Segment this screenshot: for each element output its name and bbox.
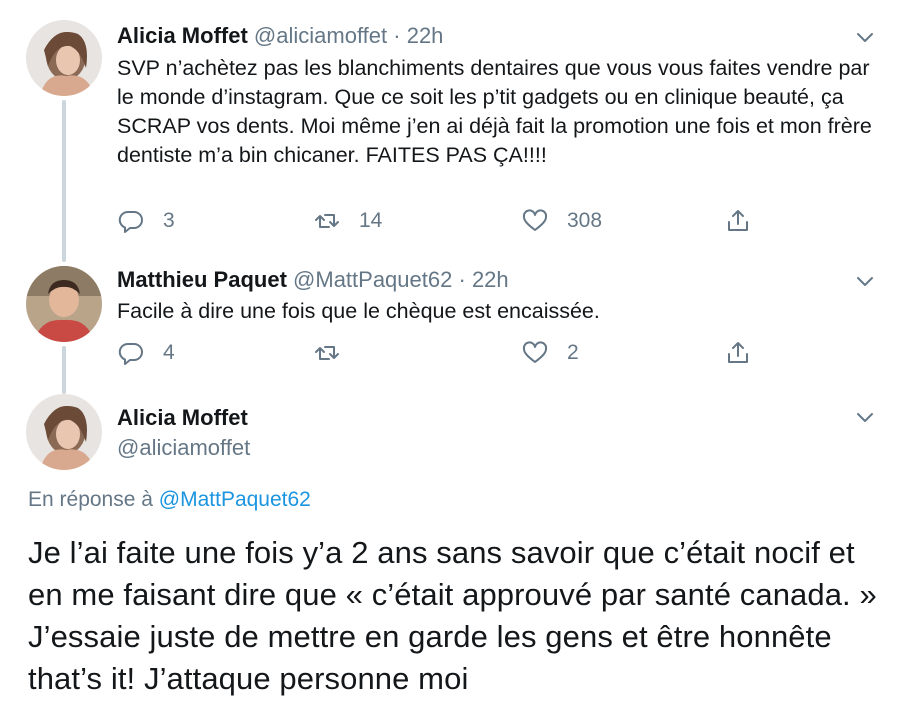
retweet-icon [315,346,339,360]
reply-icon [118,342,143,365]
reply-count: 4 [163,341,175,364]
tweet-text: Facile à dire une fois que le chèque est… [117,299,600,323]
like-button[interactable]: 2 [521,338,579,368]
tweet-text: SVP n’achètez pas les blanchiments denta… [117,56,872,167]
avatar-matthieu[interactable] [26,266,102,342]
tweet-actions: 3 14 308 [117,206,777,236]
tweet-3-focused: Alicia Moffet @aliciamoffet En réponse à… [0,394,902,702]
avatar-alicia[interactable] [26,20,102,96]
reply-prefix: En réponse à [28,488,153,511]
thread-line [62,346,66,394]
reply-count: 3 [163,209,175,232]
tweet-header: Matthieu Paquet @MattPaquet62 · 22h [117,267,509,293]
retweet-button[interactable]: 14 [313,206,382,236]
chevron-down-icon[interactable] [854,270,876,292]
reply-icon [118,210,143,233]
reply-button[interactable]: 3 [117,206,175,236]
retweet-icon [315,214,339,228]
separator-dot: · [458,267,466,292]
retweet-count: 14 [359,209,383,232]
like-icon [522,209,548,231]
reply-button[interactable]: 4 [117,338,175,368]
author-name[interactable]: Alicia Moffet [117,23,248,48]
like-count: 2 [567,341,579,364]
like-button[interactable]: 308 [521,206,602,236]
tweet-1[interactable]: Alicia Moffet @aliciamoffet · 22h SVP n’… [0,0,902,262]
tweet-header: Alicia Moffet [117,405,248,431]
share-button[interactable] [724,206,752,236]
separator-dot: · [393,23,401,48]
reply-context: En réponse à @MattPaquet62 [28,488,311,512]
author-handle[interactable]: @aliciamoffet [254,23,387,48]
timestamp[interactable]: 22h [472,267,509,292]
thread-line [62,100,66,262]
timestamp[interactable]: 22h [407,23,444,48]
like-icon [522,341,548,363]
share-icon [728,342,748,363]
avatar-alicia[interactable] [26,394,102,470]
reply-handle-link[interactable]: @MattPaquet62 [159,488,311,511]
author-name[interactable]: Matthieu Paquet [117,267,287,292]
share-button[interactable] [724,338,752,368]
author-handle[interactable]: @aliciamoffet [117,435,250,460]
tweet-header-handle: @aliciamoffet [117,435,250,461]
like-count: 308 [567,209,603,232]
retweet-button[interactable] [313,338,359,368]
chevron-down-icon[interactable] [854,406,876,428]
author-handle[interactable]: @MattPaquet62 [293,267,452,292]
author-name[interactable]: Alicia Moffet [117,405,248,430]
tweet-2[interactable]: Matthieu Paquet @MattPaquet62 · 22h Faci… [0,262,902,394]
share-icon [728,210,748,231]
tweet-text: Je l’ai faite une fois y’a 2 ans sans sa… [28,535,877,696]
chevron-down-icon[interactable] [854,26,876,48]
tweet-header: Alicia Moffet @aliciamoffet · 22h [117,23,443,49]
tweet-actions: 4 2 [117,338,777,368]
